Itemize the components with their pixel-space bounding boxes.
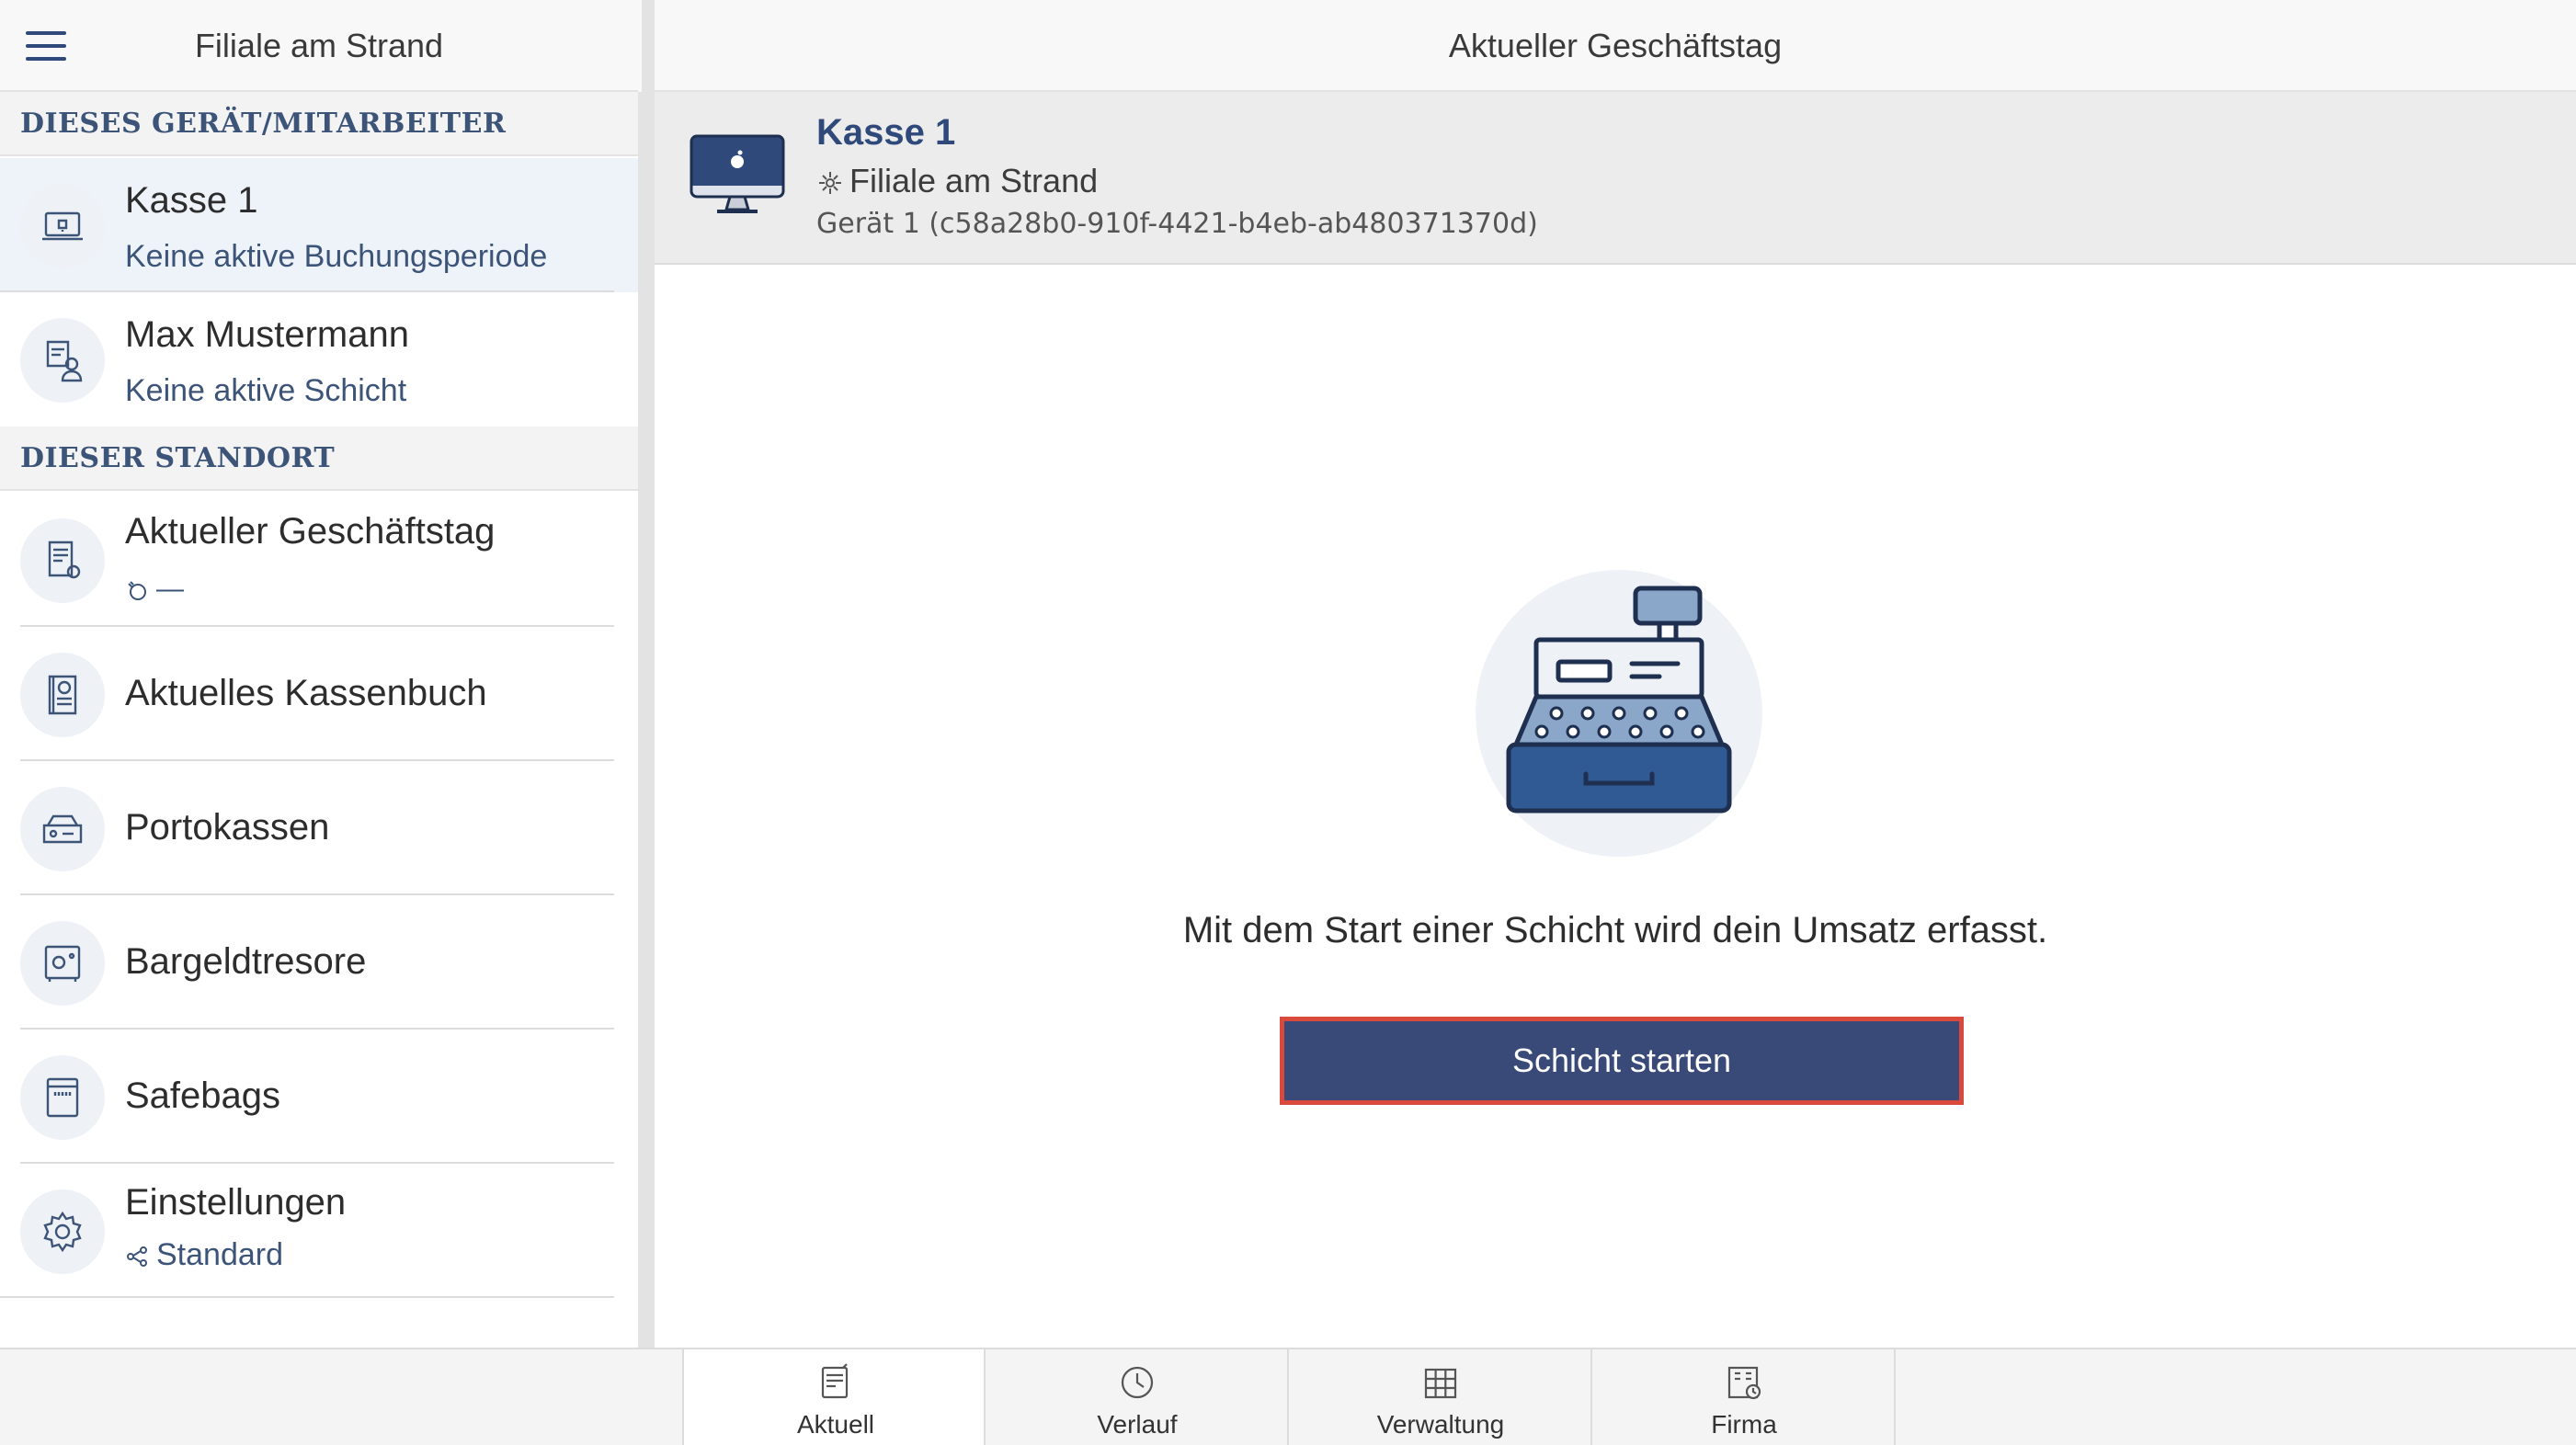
sidebar-title: Filiale am Strand: [194, 27, 444, 64]
sidebar-item-subtitle: —: [125, 574, 184, 605]
tab-bar: Aktuell Verlauf Verwaltung Firma: [0, 1348, 2576, 1445]
device-location: Filiale am Strand: [816, 162, 1098, 200]
menu-icon[interactable]: [26, 31, 66, 61]
sidebar: Filiale am Strand DIESES GERÄT/MITARBEIT…: [0, 0, 638, 1348]
sidebar-item-kasse[interactable]: Kasse 1 Keine aktive Buchungsperiode: [0, 158, 638, 292]
device-card: Kasse 1 Filiale am Strand Gerät 1 (c58a2…: [655, 92, 2576, 265]
location-icon: [819, 172, 841, 195]
sidebar-item-settings[interactable]: Einstellungen Standard: [0, 1164, 638, 1298]
sidebar-item-title: Max Mustermann: [125, 314, 409, 355]
tab-firma[interactable]: Firma: [1592, 1349, 1896, 1445]
section-title: DIESER STANDORT: [20, 442, 336, 474]
section-title: DIESES GERÄT/MITARBEITER: [20, 108, 507, 140]
sidebar-item-title: Safebags: [125, 1075, 281, 1116]
safe-icon: [20, 921, 105, 1006]
sidebar-item-petty-cash[interactable]: Portokassen: [0, 761, 638, 895]
pos-terminal-icon: [20, 184, 105, 268]
coin-icon: [128, 581, 146, 601]
sidebar-item-title: Einstellungen: [125, 1182, 347, 1223]
tab-aktuell[interactable]: Aktuell: [682, 1349, 986, 1445]
tab-verwaltung[interactable]: Verwaltung: [1289, 1349, 1592, 1445]
sidebar-item-employee[interactable]: Max Mustermann Keine aktive Schicht: [0, 292, 638, 427]
document-icon: [821, 1363, 849, 1399]
tab-verlauf[interactable]: Verlauf: [986, 1349, 1289, 1445]
petty-cash-icon: [20, 787, 105, 871]
sidebar-item-title: Aktuelles Kassenbuch: [125, 673, 487, 713]
sidebar-item-title: Kasse 1: [125, 180, 258, 221]
business-day-status: —: [156, 574, 184, 604]
business-day-icon: [20, 518, 105, 603]
sidebar-item-subtitle: Keine aktive Buchungsperiode: [125, 239, 548, 274]
share-icon: [127, 1246, 147, 1268]
safebag-icon: [20, 1055, 105, 1140]
section-header-location: DIESER STANDORT: [0, 427, 638, 491]
page-title: Aktueller Geschäftstag: [1448, 27, 1783, 64]
empty-state-message: Mit dem Start einer Schicht wird dein Um…: [1182, 910, 2048, 950]
sidebar-item-cashbook[interactable]: Aktuelles Kassenbuch: [0, 627, 638, 761]
sidebar-item-safes[interactable]: Bargeldtresore: [0, 895, 638, 1030]
start-shift-button[interactable]: Schicht starten: [1280, 1017, 1964, 1105]
sidebar-item-safebags[interactable]: Safebags: [0, 1030, 638, 1164]
tab-label: Verlauf: [1097, 1410, 1178, 1439]
sidebar-item-subtitle: Standard: [125, 1237, 283, 1273]
building-icon: [1727, 1366, 1761, 1400]
sidebar-item-business-day[interactable]: Aktueller Geschäftstag —: [0, 493, 638, 627]
sidebar-item-title: Bargeldtresore: [125, 941, 367, 982]
cashbook-icon: [20, 653, 105, 737]
sidebar-item-title: Aktueller Geschäftstag: [125, 511, 496, 552]
clock-icon: [1121, 1366, 1154, 1399]
tab-label: Firma: [1711, 1410, 1777, 1439]
device-id: Gerät 1 (c58a28b0-910f-4421-b4eb-ab48037…: [816, 208, 1538, 240]
gear-icon: [20, 1189, 105, 1274]
split-view-divider[interactable]: [638, 0, 655, 1348]
sidebar-item-title: Portokassen: [125, 807, 330, 848]
cash-register-illustration: [1476, 570, 1762, 857]
device-name: Kasse 1: [816, 112, 956, 153]
settings-profile: Standard: [156, 1237, 283, 1272]
employee-icon: [20, 318, 105, 403]
grid-icon: [1424, 1368, 1457, 1399]
tab-label: Aktuell: [796, 1410, 875, 1439]
tab-label: Verwaltung: [1376, 1410, 1505, 1439]
section-header-device: DIESES GERÄT/MITARBEITER: [0, 92, 638, 156]
main-content: Aktueller Geschäftstag Kasse 1 Filiale a…: [655, 0, 2576, 1348]
sidebar-item-subtitle: Keine aktive Schicht: [125, 373, 407, 408]
main-header: Aktueller Geschäftstag: [655, 0, 2576, 92]
sidebar-header: Filiale am Strand: [0, 0, 638, 92]
device-location-text: Filiale am Strand: [849, 162, 1099, 199]
computer-icon: [690, 134, 785, 213]
